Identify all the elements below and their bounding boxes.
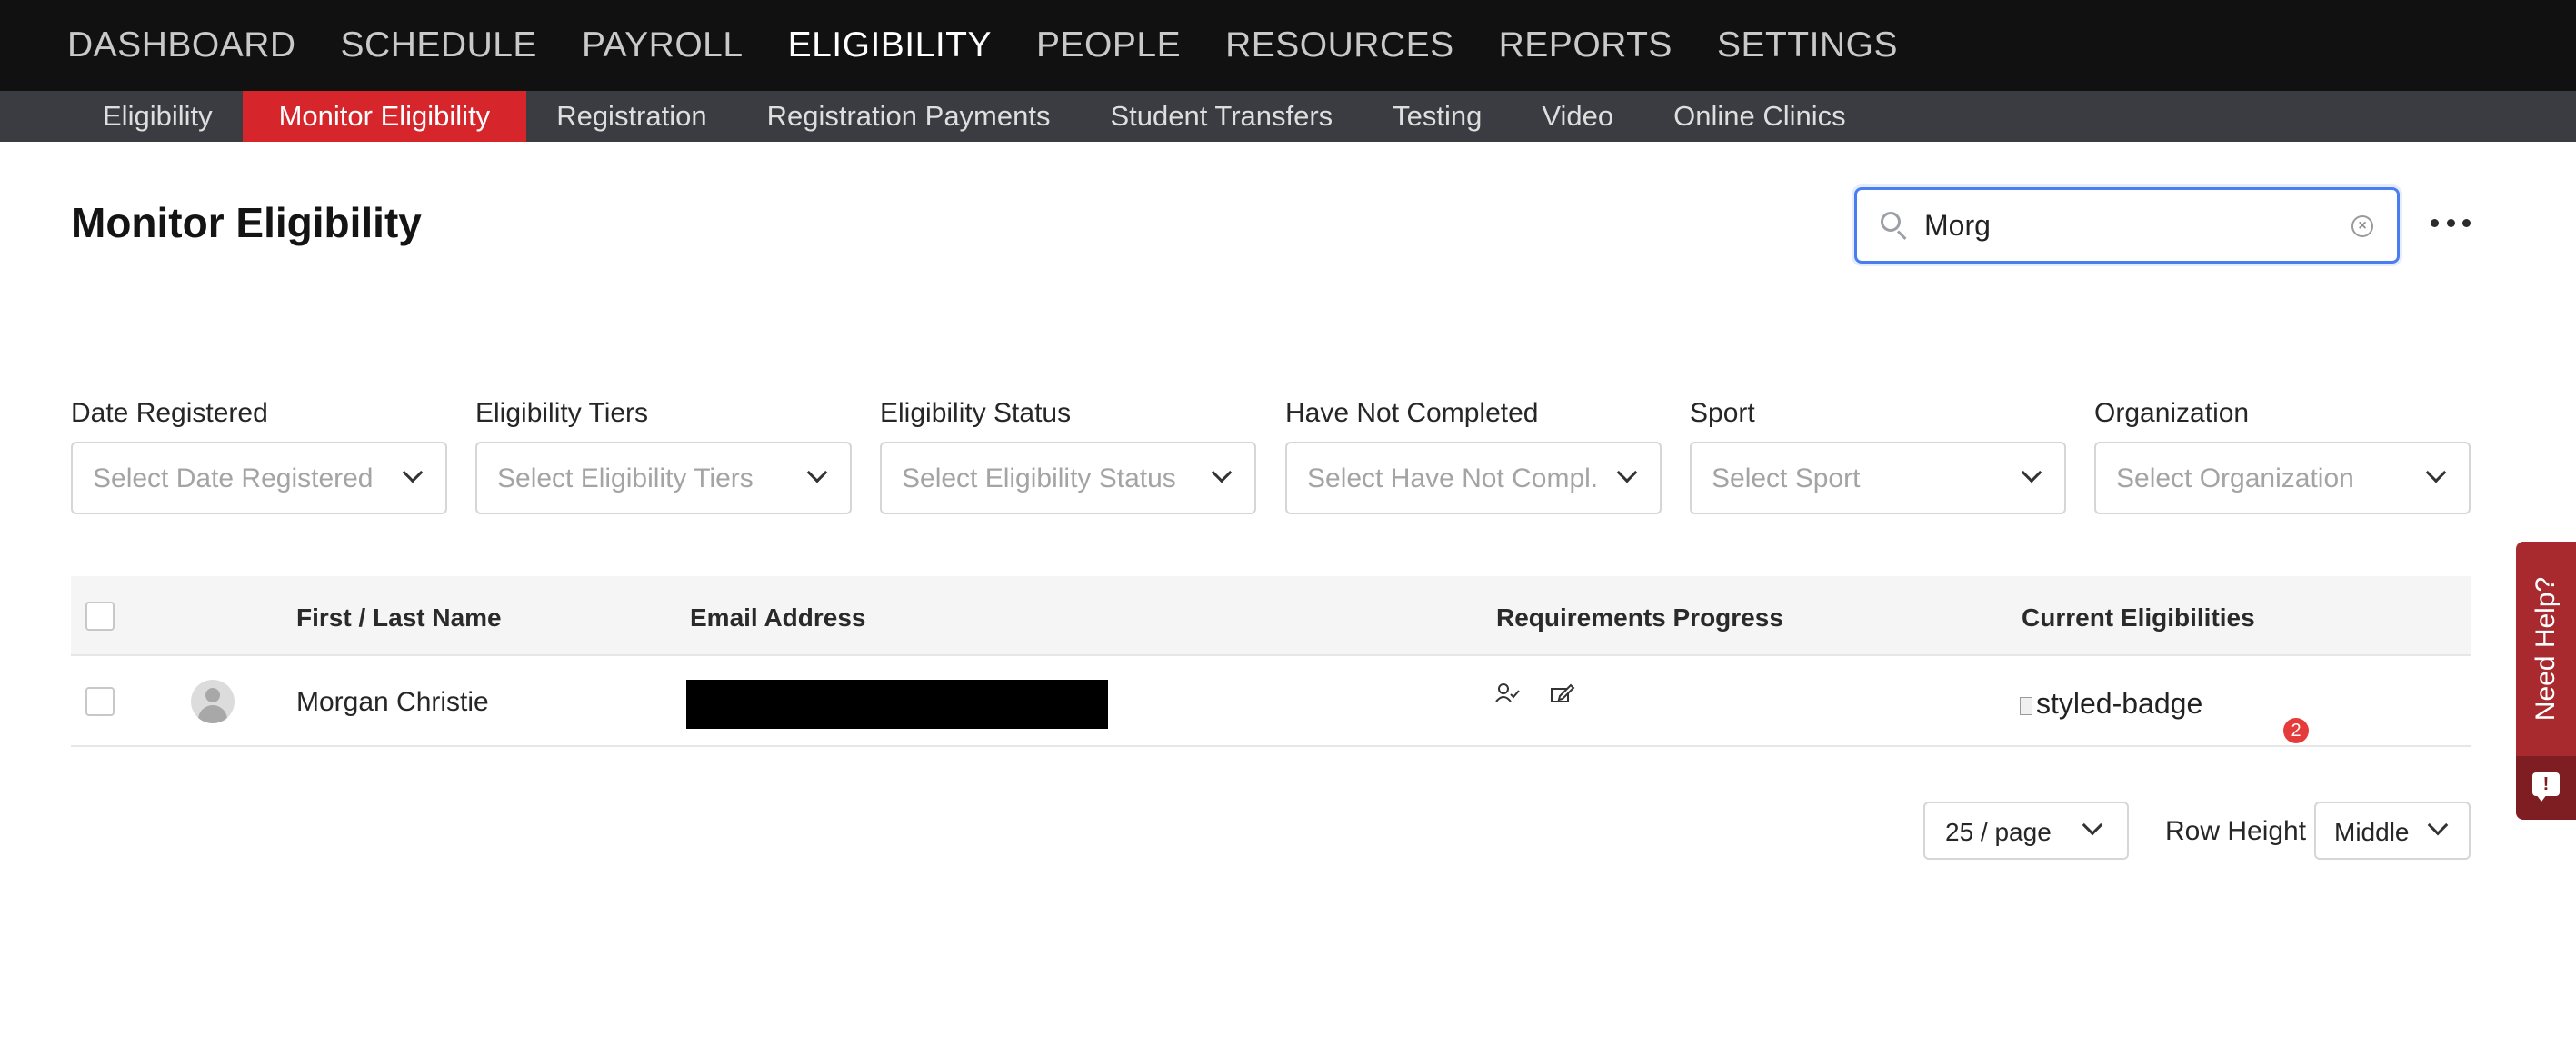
filter-organization: Organization Select Organization	[2094, 398, 2471, 514]
sub-nav-item-eligibility[interactable]: Eligibility	[73, 91, 243, 142]
table-row[interactable]: Morgan Christie styled-badge 2	[71, 656, 2471, 747]
chevron-down-icon	[2427, 814, 2449, 836]
chevron-down-icon	[806, 462, 828, 483]
need-help-tab[interactable]: Need Help?	[2516, 542, 2576, 756]
chevron-down-icon	[1211, 462, 1233, 483]
clear-icon[interactable]: ×	[2351, 215, 2373, 237]
row-height-select[interactable]: Middle	[2314, 802, 2471, 860]
search-icon	[1879, 210, 1910, 241]
sub-nav-item-video[interactable]: Video	[1512, 91, 1643, 142]
filter-eligibility-status: Eligibility Status Select Eligibility St…	[880, 398, 1256, 514]
edit-form-icon[interactable]	[1549, 682, 1576, 707]
eligibility-badge-image[interactable]: styled-badge	[2020, 687, 2202, 721]
filter-label: Have Not Completed	[1285, 398, 1539, 428]
select-placeholder: Select Organization	[2116, 463, 2354, 493]
sub-nav-item-student-transfers[interactable]: Student Transfers	[1080, 91, 1363, 142]
filter-date-registered: Date Registered Select Date Registered	[71, 398, 447, 514]
row-checkbox[interactable]	[85, 687, 115, 716]
select-placeholder: Select Date Registered	[93, 463, 374, 493]
top-nav-item-eligibility[interactable]: ELIGIBILITY	[788, 25, 992, 65]
organization-select[interactable]: Select Organization	[2094, 442, 2471, 514]
select-placeholder: Select Sport	[1712, 463, 1861, 493]
sub-nav: Eligibility Monitor Eligibility Registra…	[0, 91, 2576, 142]
broken-image-icon	[2020, 697, 2032, 715]
sub-nav-item-testing[interactable]: Testing	[1363, 91, 1512, 142]
select-placeholder: Select Eligibility Tiers	[497, 463, 754, 493]
sub-nav-item-registration[interactable]: Registration	[526, 91, 736, 142]
top-nav-item-dashboard[interactable]: DASHBOARD	[67, 25, 296, 65]
filter-label: Sport	[1690, 398, 1755, 428]
chevron-down-icon	[2021, 462, 2042, 483]
filter-have-not-completed: Have Not Completed Select Have Not Compl…	[1285, 398, 1662, 514]
date-registered-select[interactable]: Select Date Registered	[71, 442, 447, 514]
column-header-email[interactable]: Email Address	[690, 603, 865, 633]
have-not-completed-select[interactable]: Select Have Not Compl...	[1285, 442, 1662, 514]
eligibility-status-select[interactable]: Select Eligibility Status	[880, 442, 1256, 514]
filter-label: Date Registered	[71, 398, 268, 428]
chat-icon: !	[2532, 772, 2560, 796]
row-height-value: Middle	[2334, 818, 2410, 846]
top-nav-item-payroll[interactable]: PAYROLL	[582, 25, 744, 65]
email-redacted	[686, 680, 1108, 729]
sub-nav-item-registration-payments[interactable]: Registration Payments	[737, 91, 1081, 142]
chevron-down-icon	[2082, 814, 2103, 836]
page-size-value: 25 / page	[1945, 818, 2052, 846]
column-header-eligibilities[interactable]: Current Eligibilities	[2022, 603, 2255, 633]
person-name[interactable]: Morgan Christie	[296, 687, 489, 718]
need-help-label: Need Help?	[2531, 576, 2561, 722]
search-box[interactable]: ×	[1854, 187, 2400, 264]
sub-nav-item-monitor-eligibility[interactable]: Monitor Eligibility	[242, 91, 527, 142]
filter-label: Organization	[2094, 398, 2250, 428]
more-options-icon[interactable]	[2431, 209, 2471, 236]
sport-select[interactable]: Select Sport	[1690, 442, 2066, 514]
sub-nav-item-online-clinics[interactable]: Online Clinics	[1643, 91, 1876, 142]
select-placeholder: Select Have Not Compl...	[1307, 463, 1598, 493]
page-size-select[interactable]: 25 / page	[1923, 802, 2129, 860]
top-nav-item-resources[interactable]: RESOURCES	[1225, 25, 1454, 65]
column-header-name[interactable]: First / Last Name	[296, 603, 502, 633]
avatar	[191, 680, 235, 723]
filter-label: Eligibility Tiers	[475, 398, 649, 428]
search-input[interactable]	[1924, 208, 2342, 243]
top-nav-item-schedule[interactable]: SCHEDULE	[341, 25, 537, 65]
filter-sport: Sport Select Sport	[1690, 398, 2066, 514]
column-header-requirements[interactable]: Requirements Progress	[1496, 603, 1783, 633]
top-nav-item-reports[interactable]: REPORTS	[1499, 25, 1672, 65]
chevron-down-icon	[1616, 462, 1638, 483]
select-all-checkbox[interactable]	[85, 602, 115, 631]
help-chat-button[interactable]: !	[2516, 756, 2576, 820]
filter-label: Eligibility Status	[880, 398, 1072, 428]
eligibility-tiers-select[interactable]: Select Eligibility Tiers	[475, 442, 852, 514]
select-placeholder: Select Eligibility Status	[902, 463, 1176, 493]
badge-alt-text: styled-badge	[2036, 687, 2203, 720]
page-title: Monitor Eligibility	[71, 199, 422, 246]
row-height-label: Row Height	[2165, 816, 2307, 846]
chevron-down-icon	[2425, 462, 2447, 483]
chevron-down-icon	[402, 462, 424, 483]
user-check-icon[interactable]	[1494, 682, 1522, 707]
top-nav: DASHBOARD SCHEDULE PAYROLL ELIGIBILITY P…	[0, 0, 2576, 91]
eligibility-count-badge: 2	[2283, 718, 2309, 743]
table-header: First / Last Name Email Address Requirem…	[71, 576, 2471, 656]
filter-eligibility-tiers: Eligibility Tiers Select Eligibility Tie…	[475, 398, 852, 514]
top-nav-item-settings[interactable]: SETTINGS	[1717, 25, 1898, 65]
top-nav-item-people[interactable]: PEOPLE	[1036, 25, 1181, 65]
